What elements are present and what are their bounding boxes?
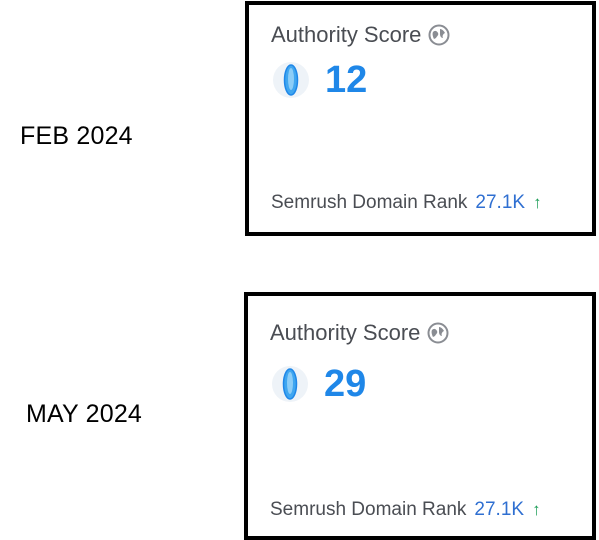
globe-icon[interactable] — [427, 322, 449, 344]
authority-score-title: Authority Score — [271, 22, 450, 48]
authority-score-card-may: Authority Score 29 Semrush Domain Rank 2… — [244, 292, 596, 540]
arrow-up-icon: ↑ — [532, 500, 541, 519]
period-label-feb: FEB 2024 — [20, 122, 133, 150]
domain-rank-value[interactable]: 27.1K — [474, 499, 524, 521]
authority-score-title: Authority Score — [270, 320, 449, 346]
authority-score-value: 12 — [325, 59, 368, 101]
domain-rank-label: Semrush Domain Rank — [270, 499, 467, 520]
authority-score-card-feb: Authority Score 12 Semrush Domain Rank 2… — [245, 1, 596, 236]
authority-score-title-text: Authority Score — [271, 22, 422, 47]
domain-rank-value[interactable]: 27.1K — [475, 192, 525, 214]
authority-score-value: 29 — [324, 363, 367, 405]
domain-rank-row: Semrush Domain Rank 27.1K ↑ — [271, 192, 542, 214]
score-row: 29 — [270, 364, 366, 404]
authority-score-title-text: Authority Score — [270, 320, 421, 345]
gauge-icon — [271, 60, 311, 100]
score-row: 12 — [271, 60, 367, 100]
period-label-may: MAY 2024 — [26, 400, 143, 428]
globe-icon[interactable] — [428, 24, 450, 46]
domain-rank-row: Semrush Domain Rank 27.1K ↑ — [270, 499, 541, 521]
domain-rank-label: Semrush Domain Rank — [271, 192, 468, 213]
gauge-icon — [270, 364, 310, 404]
arrow-up-icon: ↑ — [533, 193, 542, 212]
